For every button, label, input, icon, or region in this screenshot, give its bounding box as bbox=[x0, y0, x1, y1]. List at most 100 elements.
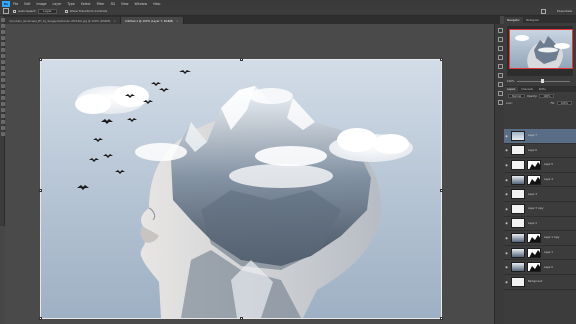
layer-thumbnail[interactable] bbox=[511, 130, 525, 141]
layer-row[interactable]: ◉ Layer 0 bbox=[504, 260, 576, 275]
type-tool[interactable] bbox=[0, 108, 5, 112]
lasso-tool[interactable] bbox=[0, 30, 5, 34]
menu-image[interactable]: Image bbox=[37, 2, 47, 6]
auto-select-checkbox[interactable] bbox=[13, 9, 16, 13]
layer-thumbnail[interactable] bbox=[511, 203, 525, 214]
layer-row[interactable]: ◉ Layer 6 bbox=[504, 144, 576, 159]
menu-filter[interactable]: Filter bbox=[97, 2, 105, 6]
layer-row[interactable]: ◉ Layer 4 bbox=[504, 173, 576, 188]
blur-tool[interactable] bbox=[0, 90, 5, 94]
navigator-panel[interactable] bbox=[507, 26, 573, 76]
layer-mask-thumbnail[interactable] bbox=[527, 159, 541, 170]
layer-thumbnail[interactable] bbox=[511, 145, 525, 156]
gradient-tool[interactable] bbox=[0, 84, 5, 88]
layer-row[interactable]: ◉ Layer 1 bbox=[504, 246, 576, 261]
layer-mask-thumbnail[interactable] bbox=[527, 174, 541, 185]
tab-channels[interactable]: Channels bbox=[518, 87, 536, 92]
menu-view[interactable]: View bbox=[121, 2, 129, 6]
zoom-tool[interactable] bbox=[0, 132, 5, 136]
layer-row[interactable]: ◉ Layer 5 bbox=[504, 158, 576, 173]
move-tool[interactable] bbox=[0, 18, 5, 22]
paragraph-icon[interactable] bbox=[497, 100, 503, 105]
hand-tool[interactable] bbox=[0, 126, 5, 130]
layer-thumbnail[interactable] bbox=[511, 174, 525, 185]
brush-tool[interactable] bbox=[0, 60, 5, 64]
tab-untitled[interactable]: Untitled-1 @ 100% (Layer 7, RGB/8) × bbox=[120, 17, 184, 24]
zoom-slider-knob[interactable] bbox=[541, 79, 545, 83]
menu-file[interactable]: File bbox=[13, 2, 18, 6]
navigator-thumbnail[interactable] bbox=[509, 29, 573, 69]
visibility-eye-icon[interactable]: ◉ bbox=[504, 280, 509, 284]
properties-icon[interactable] bbox=[497, 37, 503, 42]
tab-paths[interactable]: Paths bbox=[536, 87, 549, 92]
visibility-eye-icon[interactable]: ◉ bbox=[504, 178, 509, 182]
history-icon[interactable] bbox=[497, 28, 503, 33]
visibility-eye-icon[interactable]: ◉ bbox=[504, 221, 509, 225]
layer-row[interactable]: ◉ Layer 3 bbox=[504, 187, 576, 202]
pen-tool[interactable] bbox=[0, 102, 5, 106]
color-icon[interactable] bbox=[497, 64, 503, 69]
opacity-field[interactable]: 100% bbox=[539, 93, 555, 99]
crop-tool[interactable] bbox=[0, 42, 5, 46]
history-brush-tool[interactable] bbox=[0, 72, 5, 76]
layer-thumbnail[interactable] bbox=[511, 189, 525, 200]
layer-row[interactable]: ◉ Background bbox=[504, 275, 576, 290]
shape-tool[interactable] bbox=[0, 120, 5, 124]
styles-icon[interactable] bbox=[497, 82, 503, 87]
visibility-eye-icon[interactable]: ◉ bbox=[504, 265, 509, 269]
visibility-eye-icon[interactable]: ◉ bbox=[504, 134, 509, 138]
close-icon[interactable]: × bbox=[113, 19, 115, 23]
eyedropper-tool[interactable] bbox=[0, 48, 5, 52]
layer-thumbnail[interactable] bbox=[511, 247, 525, 258]
zoom-value[interactable]: 100% bbox=[507, 80, 514, 83]
swatches-icon[interactable] bbox=[497, 55, 503, 60]
path-select-tool[interactable] bbox=[0, 114, 5, 118]
eraser-tool[interactable] bbox=[0, 78, 5, 82]
healing-tool[interactable] bbox=[0, 54, 5, 58]
layer-thumbnail[interactable] bbox=[511, 218, 525, 229]
menu-type[interactable]: Type bbox=[67, 2, 74, 6]
layer-row[interactable]: ◉ Layer 1 copy bbox=[504, 231, 576, 246]
menu-edit[interactable]: Edit bbox=[24, 2, 30, 6]
libraries-icon[interactable] bbox=[497, 73, 503, 78]
visibility-eye-icon[interactable]: ◉ bbox=[504, 192, 509, 196]
move-tool-icon[interactable] bbox=[3, 8, 9, 14]
workspace-switcher[interactable]: Essentials bbox=[557, 9, 572, 13]
menu-layer[interactable]: Layer bbox=[53, 2, 62, 6]
menu-window[interactable]: Window bbox=[135, 2, 148, 6]
zoom-slider[interactable] bbox=[517, 79, 570, 83]
show-transform-checkbox[interactable] bbox=[64, 9, 68, 13]
visibility-eye-icon[interactable]: ◉ bbox=[504, 163, 509, 167]
layer-thumbnail[interactable] bbox=[511, 232, 525, 243]
character-icon[interactable] bbox=[497, 91, 503, 96]
menu-3d[interactable]: 3D bbox=[110, 2, 114, 6]
stamp-tool[interactable] bbox=[0, 66, 5, 70]
dodge-tool[interactable] bbox=[0, 96, 5, 100]
marquee-tool[interactable] bbox=[0, 24, 5, 28]
auto-select-dropdown[interactable]: Layer bbox=[38, 8, 57, 14]
adjustments-icon[interactable] bbox=[497, 46, 503, 51]
close-icon[interactable]: × bbox=[176, 19, 178, 23]
layer-thumbnail[interactable] bbox=[511, 262, 525, 273]
layer-row[interactable]: ◉ Layer 3 copy bbox=[504, 202, 576, 217]
tab-navigator[interactable]: Navigator bbox=[504, 17, 523, 23]
canvas-area[interactable] bbox=[5, 24, 500, 324]
blend-mode-select[interactable]: Normal bbox=[508, 93, 526, 99]
tab-landscape[interactable]: mountain_landscape_BY_by_Sergeydoshenko-… bbox=[5, 17, 121, 24]
layer-mask-thumbnail[interactable] bbox=[527, 262, 541, 273]
document-canvas[interactable] bbox=[41, 60, 441, 318]
layer-mask-thumbnail[interactable] bbox=[527, 232, 541, 243]
layer-row[interactable]: ◉ Layer 7 bbox=[504, 129, 576, 144]
search-icon[interactable] bbox=[541, 9, 546, 14]
visibility-eye-icon[interactable]: ◉ bbox=[504, 148, 509, 152]
tab-layers[interactable]: Layers bbox=[504, 87, 519, 92]
layer-thumbnail[interactable] bbox=[511, 159, 525, 170]
visibility-eye-icon[interactable]: ◉ bbox=[504, 207, 509, 211]
layer-mask-thumbnail[interactable] bbox=[527, 247, 541, 258]
fill-field[interactable]: 100% bbox=[556, 100, 572, 106]
tab-histogram[interactable]: Histogram bbox=[523, 17, 542, 23]
layer-row[interactable]: ◉ Layer 2 bbox=[504, 217, 576, 232]
menu-help[interactable]: Help bbox=[153, 2, 160, 6]
visibility-eye-icon[interactable]: ◉ bbox=[504, 236, 509, 240]
menu-select[interactable]: Select bbox=[81, 2, 91, 6]
